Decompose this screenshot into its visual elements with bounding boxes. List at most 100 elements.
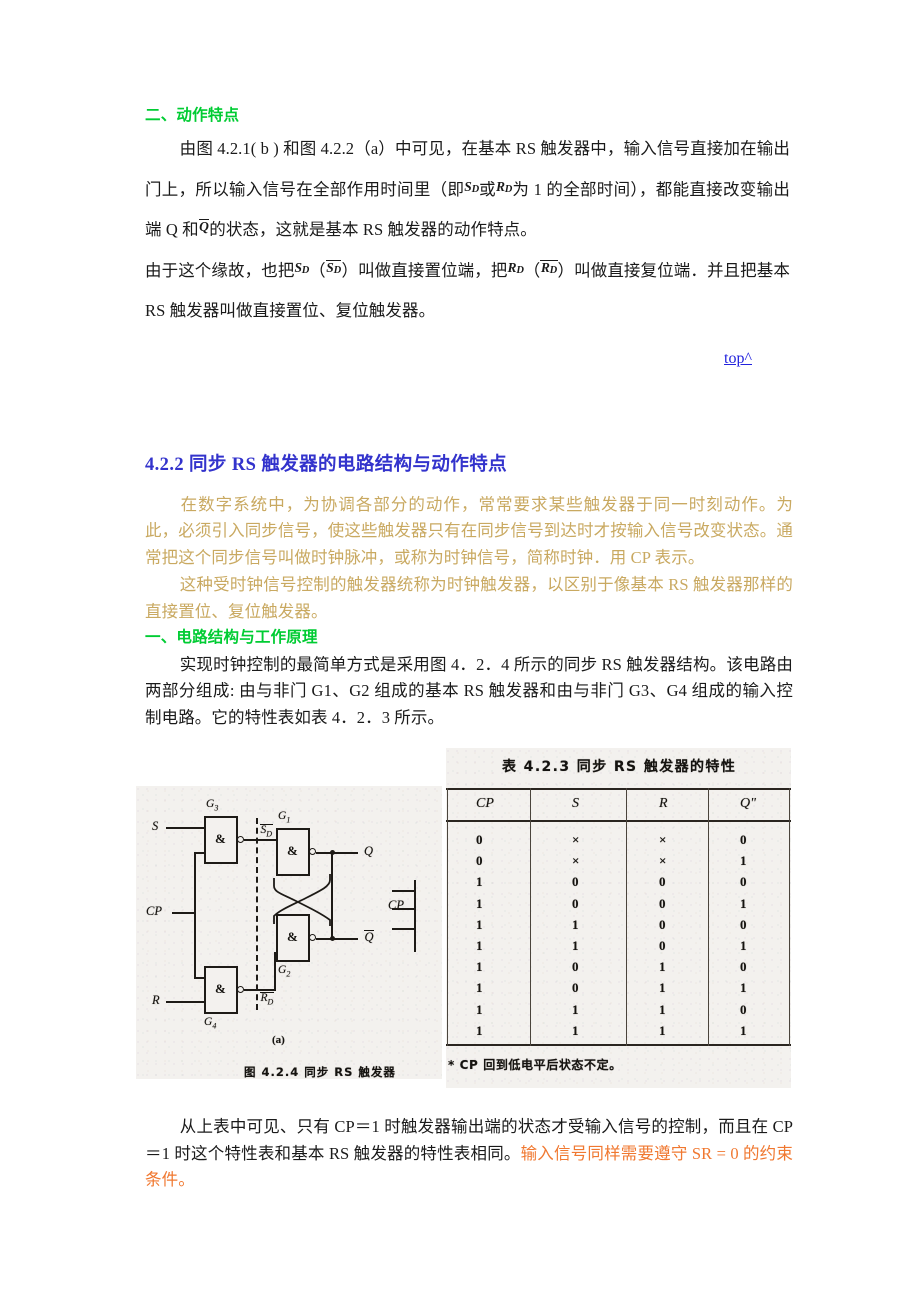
document-body: 二、动作特点 由图 4.2.1( b ) 和图 4.2.2（a）中可见，在基本 … (145, 104, 790, 331)
variable-sd-2: SD (294, 259, 310, 276)
table-vrule-2 (626, 788, 628, 1046)
symbol-label-cp: CP (388, 898, 404, 912)
wire-r-input (166, 1001, 204, 1003)
table-cell-cp-row6: 1 (476, 938, 483, 953)
table-cell-r-row6: 0 (659, 938, 666, 953)
table-footnote: * CP 回到低电平后状态不定。 (448, 1058, 622, 1072)
output-label-qbar: Q (364, 930, 375, 944)
paren-open-1: （ (309, 260, 326, 280)
table-cell-r-row7: 1 (659, 959, 666, 975)
table-vrule-1 (530, 788, 532, 1046)
input-label-r: R (152, 993, 160, 1007)
gate-g1-inverter-bubble (309, 848, 316, 855)
top-link-caret: ^ (744, 350, 752, 367)
junction-dot-qbar (330, 936, 335, 941)
variable-sd-bar: SD (325, 259, 342, 276)
paragraph-action-features-1: 由图 4.2.1( b ) 和图 4.2.2（a）中可见，在基本 RS 触发器中… (145, 129, 790, 250)
table-cell-qn-row7: 0 (740, 959, 747, 975)
wire-s-input (166, 827, 204, 829)
variable-rd: RD (495, 178, 513, 195)
paren-close-1: ） (341, 260, 359, 280)
section-heading-422: 4.2.2 同步 RS 触发器的电路结构与动作特点 (145, 455, 508, 475)
paragraph-422-2: 这种受时钟信号控制的触发器统称为时钟触发器，以区别于像基本 RS 触发器那样的直… (145, 572, 793, 625)
table-rule-bottom (446, 1044, 791, 1047)
table-cell-qn-row10: 1 (740, 1022, 747, 1038)
gate-g4-symbol: & (215, 981, 226, 996)
table-header-r: R (659, 796, 668, 811)
table-cell-cp-row3: 1 (476, 874, 483, 890)
table-cell-r-row10: 1 (659, 1022, 666, 1038)
variable-rd-2: RD (507, 259, 524, 276)
gate-g1-label: G1 (278, 810, 291, 825)
divider-dashed-line (256, 818, 258, 1010)
wire-cp-vertical-lower (194, 912, 196, 978)
table-cell-s-row9: 1 (572, 1001, 579, 1017)
paragraph-422-3-text: 实现时钟控制的最简单方式是采用图 4．2．4 所示的同步 RS 触发器结构。该电… (145, 654, 793, 728)
table-cell-r-row9: 1 (659, 1001, 666, 1017)
gate-g4-label: G4 (204, 1016, 217, 1031)
table-cell-r-row3: 0 (659, 874, 666, 890)
wire-g4-to-g2 (256, 989, 276, 991)
table-cell-r-row4: 0 (659, 895, 666, 911)
table-header-qn: Q" (740, 796, 756, 811)
paragraph-closing: 从上表中可见、只有 CP＝1 时触发器输出端的状态才受输入信号的控制，而且在 C… (145, 1114, 793, 1194)
paragraph-422-3: 实现时钟控制的最简单方式是采用图 4．2．4 所示的同步 RS 触发器结构。该电… (145, 652, 793, 732)
variable-q-bar: Q (198, 219, 210, 235)
closing-paragraph-block: 从上表中可见、只有 CP＝1 时触发器输出端的状态才受输入信号的控制，而且在 C… (145, 1114, 793, 1194)
table-cell-qn-row4: 1 (740, 895, 747, 911)
wire-cp-vertical (194, 852, 196, 914)
table-cell-s-row3: 0 (572, 874, 579, 890)
gate-g3-symbol: & (215, 831, 226, 846)
variable-sd: SD (464, 178, 479, 195)
wire-qbar-output (316, 938, 358, 940)
table-cell-qn-row2: 1 (740, 853, 747, 869)
table-canvas: 表 4.2.3 同步 RS 触发器的特性 CP S R Q" 0 × × 0 0… (446, 748, 791, 1088)
figure-symbol-stub: CP (388, 866, 444, 962)
variable-rd-bar: RD (540, 259, 558, 276)
wire-q-output (316, 852, 358, 854)
paragraph2-text-pre: 由于这个缘故，也把 (145, 260, 295, 280)
figures-band: & G3 & G4 & G1 & G2 S CP R SD RD Q Q (a)… (0, 748, 920, 1094)
symbol-lead-top (392, 890, 416, 892)
document-page: 二、动作特点 由图 4.2.1( b ) 和图 4.2.2（a）中可见，在基本 … (0, 0, 920, 1302)
table-header-s: S (572, 796, 579, 811)
paren-open-2: （ (523, 260, 541, 280)
wire-cp-to-g3 (194, 852, 206, 854)
wire-cp-input (172, 912, 196, 914)
table-cell-s-row4: 0 (572, 895, 579, 911)
table-cell-s-row5: 1 (572, 916, 579, 932)
table-cell-cp-row1: 0 (476, 832, 483, 847)
gate-g3-label: G3 (206, 798, 219, 813)
top-link-label: top (724, 350, 745, 367)
section-heading-action-features: 二、动作特点 (145, 107, 240, 124)
table-cell-s-row6: 1 (572, 938, 579, 953)
table-vrule-right (789, 788, 791, 1046)
paragraph-text-post: 的状态，这就是基本 RS 触发器的动作特点。 (209, 220, 537, 240)
input-label-s: S (152, 819, 159, 833)
symbol-lead-mid (392, 908, 416, 910)
table-cell-qn-row5: 0 (740, 916, 747, 932)
paragraph-action-features-2: 由于这个缘故，也把SD（SD）叫做直接置位端，把RD（RD）叫做直接复位端．并且… (145, 251, 790, 332)
figure-caption-line1: 图 4.2.4 同步 RS 触发器 (244, 1065, 396, 1079)
wire-cp-to-g4 (194, 977, 206, 979)
gate-g1-symbol: & (287, 843, 298, 858)
table-cell-s-row10: 1 (572, 1022, 579, 1038)
gate-g4-inverter-bubble (237, 986, 244, 993)
paragraph2-text-mid1: 叫做直接置位端，把 (358, 260, 508, 280)
node-label-sd-bar: SD (260, 824, 273, 839)
table-cell-s-row1: × (572, 832, 580, 847)
table-cell-r-row1: × (659, 832, 667, 847)
table-cell-cp-row10: 1 (476, 1022, 483, 1038)
table-cell-s-row8: 0 (572, 980, 579, 996)
top-anchor-link[interactable]: top^ (724, 350, 752, 367)
paragraph-422-1-text: 在数字系统中，为协调各部分的动作，常常要求某些触发器于同一时刻动作。为此，必须引… (145, 494, 793, 568)
table-caption: 表 4.2.3 同步 RS 触发器的特性 (502, 759, 737, 775)
gate-g2-inverter-bubble (309, 934, 316, 941)
gate-g2-label: G2 (278, 964, 291, 979)
table-cell-cp-row5: 1 (476, 916, 483, 932)
wire-q-feedback-vert (331, 852, 333, 940)
table-cell-r-row2: × (659, 853, 667, 869)
input-label-cp: CP (146, 904, 162, 918)
table-cell-qn-row9: 0 (740, 1001, 747, 1017)
table-header-cp: CP (476, 796, 494, 811)
